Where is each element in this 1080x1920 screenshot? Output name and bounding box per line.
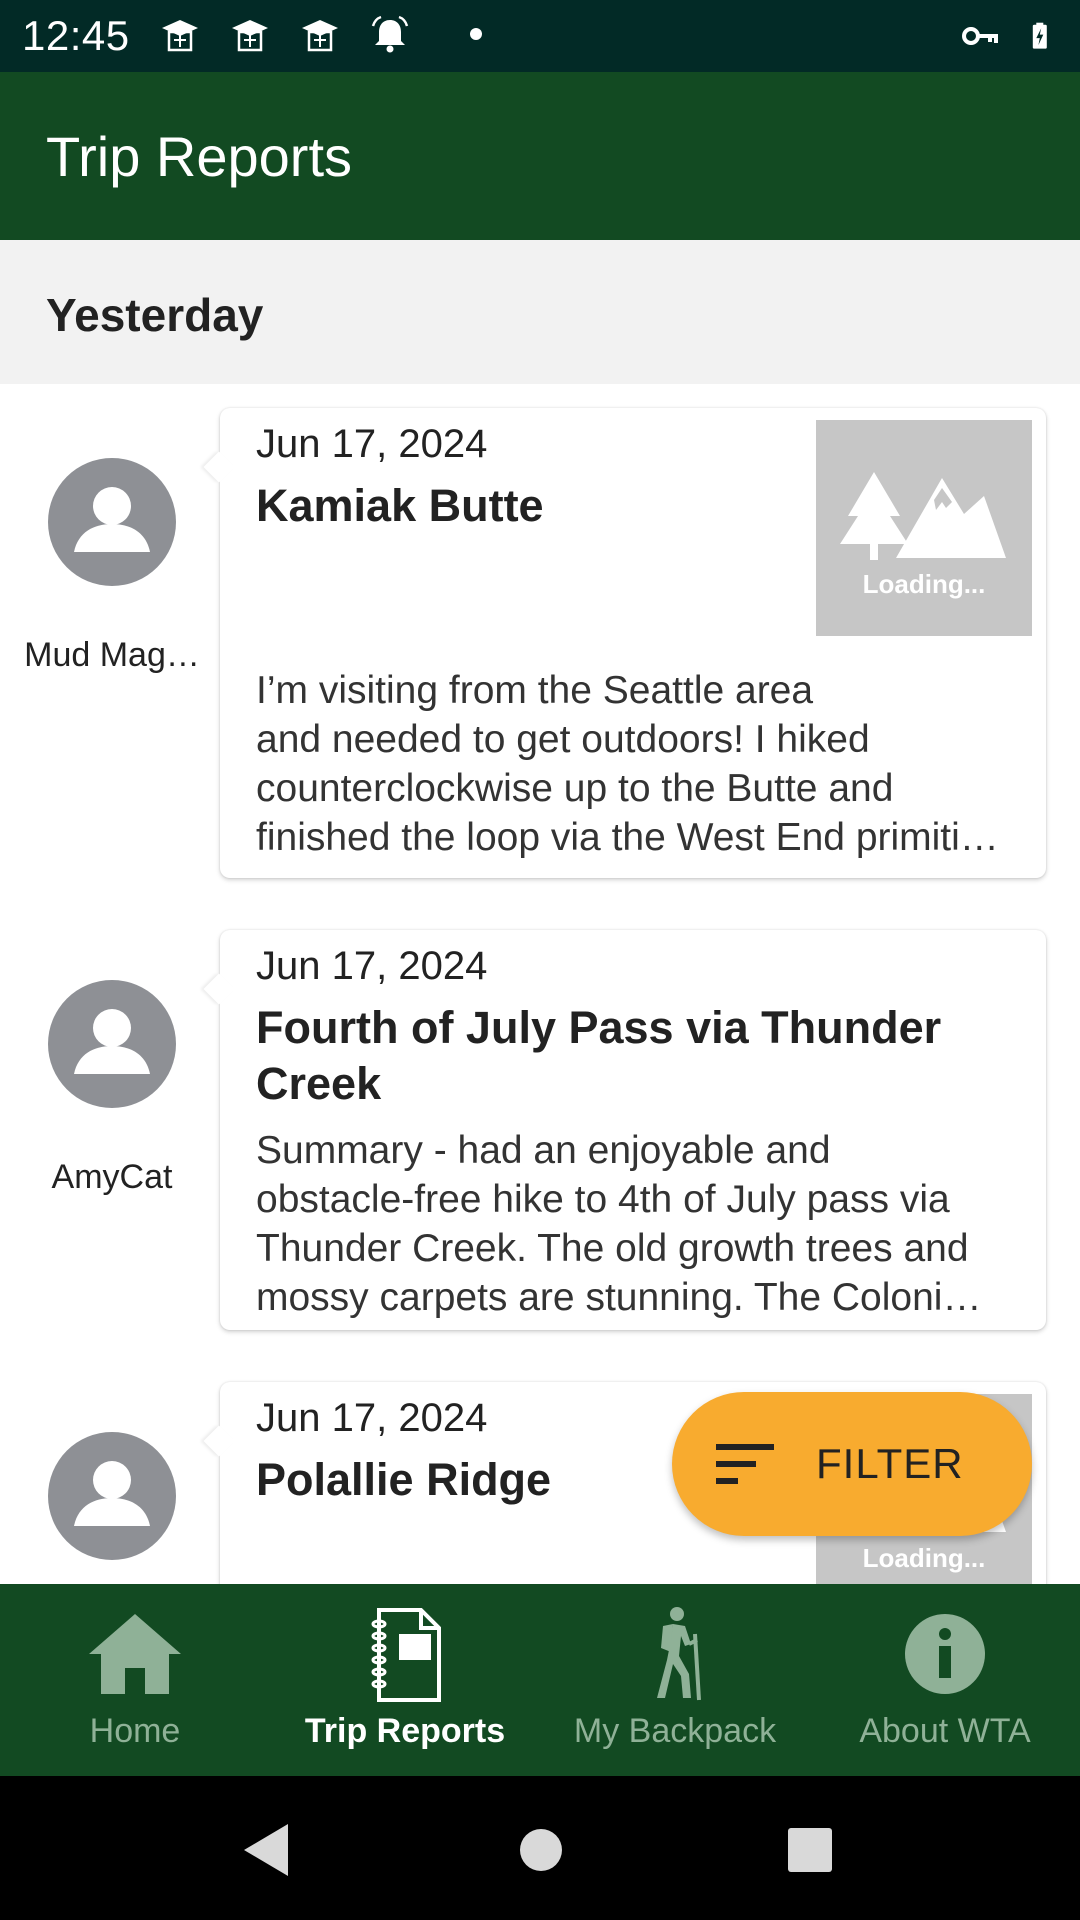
thumbnail-loading-label: Loading... <box>862 1543 986 1573</box>
page-title: Trip Reports <box>46 125 353 188</box>
report-date: Jun 17, 2024 <box>256 944 488 988</box>
filter-button[interactable]: FILTER <box>672 1392 1032 1536</box>
vpn-key-icon <box>962 27 998 45</box>
nav-label: My Backpack <box>573 1712 777 1750</box>
avatar <box>48 980 176 1108</box>
nav-label: Trip Reports <box>304 1712 506 1750</box>
system-nav-bar <box>0 1776 1080 1920</box>
summary-line: mossy carpets are stunning. The Coloni… <box>256 1276 982 1319</box>
author-name: AmyCat <box>51 1158 173 1196</box>
home-circle-icon[interactable] <box>518 1820 564 1880</box>
status-bar: 12:45 <box>0 0 1080 72</box>
notebook-icon <box>371 1608 441 1702</box>
report-card[interactable]: Jun 17, 2024 Kamiak Butte Loading... I’m… <box>220 408 1046 878</box>
status-time: 12:45 <box>22 12 130 59</box>
app-bar: Trip Reports <box>0 72 1080 240</box>
nav-item-home[interactable]: Home <box>0 1584 270 1776</box>
summary-line: counterclockwise up to the Butte and <box>256 767 894 810</box>
recents-icon[interactable] <box>786 1820 834 1880</box>
report-title: Fourth of July Pass via Thunder Creek <box>256 1000 941 1112</box>
avatar <box>48 458 176 586</box>
report-summary: I’m visiting from the Seattle area and n… <box>256 666 999 862</box>
battery-charging-icon <box>1032 22 1047 49</box>
trip-report-item[interactable]: Mud Mag… Jun 17, 2024 Kamiak Butte Loadi… <box>0 384 1080 904</box>
nav-label: About WTA <box>859 1712 1031 1750</box>
filter-sort-icon <box>716 1444 774 1484</box>
trip-report-item[interactable]: AmyCat Jun 17, 2024 Fourth of July Pass … <box>0 906 1080 1358</box>
person-icon <box>74 487 150 552</box>
report-title: Polallie Ridge <box>256 1454 552 1505</box>
report-card[interactable]: Jun 17, 2024 Fourth of July Pass via Thu… <box>220 930 1046 1330</box>
report-title-line: Creek <box>256 1058 382 1109</box>
report-title: Kamiak Butte <box>256 480 544 531</box>
section-title: Yesterday <box>46 289 264 341</box>
system-status-icons <box>960 14 1058 58</box>
report-title-line: Fourth of July Pass via Thunder <box>256 1002 942 1053</box>
hiker-icon <box>657 1607 701 1701</box>
summary-line: finished the loop via the West End primi… <box>256 816 999 859</box>
summary-line: Thunder Creek. The old growth trees and <box>256 1227 969 1270</box>
nav-label: Home <box>89 1712 181 1750</box>
thumbnail-loading-label: Loading... <box>862 569 986 599</box>
notification-icons <box>160 14 482 54</box>
graduation-cap-icon <box>162 20 198 52</box>
graduation-cap-icon <box>232 20 268 52</box>
person-icon <box>74 1009 150 1074</box>
section-header: Yesterday <box>0 240 1080 384</box>
summary-line: Summary - had an enjoyable and <box>256 1129 831 1172</box>
dot-icon <box>470 28 482 40</box>
summary-line: I’m visiting from the Seattle area <box>256 669 814 712</box>
back-icon[interactable] <box>240 1820 292 1880</box>
person-icon <box>74 1461 150 1526</box>
trees-mountain-icon <box>840 472 1006 560</box>
report-date: Jun 17, 2024 <box>256 1396 488 1440</box>
bottom-nav: Home Trip Reports My Backpack About WTA <box>0 1584 1080 1776</box>
nav-item-trip-reports[interactable]: Trip Reports <box>270 1584 540 1776</box>
report-date: Jun 17, 2024 <box>256 422 488 466</box>
summary-line: obstacle-free hike to 4th of July pass v… <box>256 1178 950 1221</box>
report-summary: Summary - had an enjoyable and obstacle-… <box>256 1126 981 1322</box>
report-thumbnail: Loading... <box>816 420 1032 636</box>
nav-item-my-backpack[interactable]: My Backpack <box>540 1584 810 1776</box>
graduation-cap-icon <box>302 20 338 52</box>
summary-line: and needed to get outdoors! I hiked <box>256 718 870 761</box>
info-icon <box>905 1614 985 1694</box>
home-icon <box>89 1614 181 1694</box>
avatar <box>48 1432 176 1560</box>
alarm-bell-icon <box>371 15 409 53</box>
nav-item-about-wta[interactable]: About WTA <box>810 1584 1080 1776</box>
filter-button-label: FILTER <box>816 1440 964 1487</box>
author-name: Mud Mag… <box>24 636 200 674</box>
